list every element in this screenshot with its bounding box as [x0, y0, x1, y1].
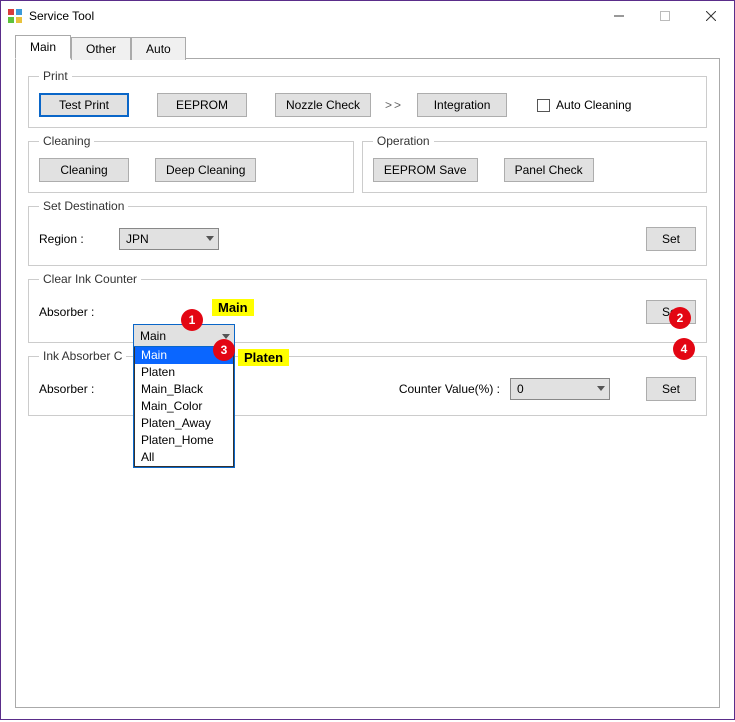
- region-value: JPN: [126, 232, 149, 246]
- group-set-destination: Set Destination Region : JPN Set: [28, 199, 707, 266]
- group-cleaning-legend: Cleaning: [39, 134, 94, 148]
- integration-button[interactable]: Integration: [417, 93, 507, 117]
- title-bar: Service Tool: [1, 1, 734, 31]
- ink-absorber-label: Absorber :: [39, 382, 109, 396]
- checkbox-box: [537, 99, 550, 112]
- absorber-option-list: MainPlatenMain_BlackMain_ColorPlaten_Awa…: [134, 347, 234, 467]
- auto-cleaning-label: Auto Cleaning: [556, 98, 631, 112]
- destination-set-button[interactable]: Set: [646, 227, 696, 251]
- tab-strip: Main Other Auto: [15, 35, 720, 59]
- cleaning-button[interactable]: Cleaning: [39, 158, 129, 182]
- window-title: Service Tool: [29, 9, 94, 23]
- annotation-dot-1: 1: [181, 309, 203, 331]
- group-print: Print Test Print EEPROM Nozzle Check >> …: [28, 69, 707, 128]
- nozzle-check-button[interactable]: Nozzle Check: [275, 93, 371, 117]
- panel-check-button[interactable]: Panel Check: [504, 158, 594, 182]
- region-label: Region :: [39, 232, 109, 246]
- region-combo[interactable]: JPN: [119, 228, 219, 250]
- group-operation-legend: Operation: [373, 134, 434, 148]
- annotation-highlight-main: Main: [212, 299, 254, 316]
- counter-value-combo[interactable]: 0: [510, 378, 610, 400]
- minimize-button[interactable]: [596, 1, 642, 31]
- group-ink-absorber-counter: Ink Absorber C Absorber : Counter Value(…: [28, 349, 707, 416]
- app-icon: [7, 8, 23, 24]
- deep-cleaning-button[interactable]: Deep Cleaning: [155, 158, 256, 182]
- close-button[interactable]: [688, 1, 734, 31]
- counter-value-label: Counter Value(%) :: [399, 382, 500, 396]
- absorber-option[interactable]: All: [135, 449, 233, 466]
- tab-main[interactable]: Main: [15, 35, 71, 59]
- eeprom-save-button[interactable]: EEPROM Save: [373, 158, 478, 182]
- group-clear-ink-legend: Clear Ink Counter: [39, 272, 141, 286]
- annotation-dot-2: 2: [669, 307, 691, 329]
- tab-auto[interactable]: Auto: [131, 37, 186, 60]
- annotation-highlight-platen: Platen: [238, 349, 289, 366]
- absorber-option[interactable]: Platen_Home: [135, 432, 233, 449]
- counter-value: 0: [517, 382, 524, 396]
- chevron-down-icon: [597, 386, 605, 392]
- group-destination-legend: Set Destination: [39, 199, 128, 213]
- group-clear-ink-counter: Clear Ink Counter Absorber : Set: [28, 272, 707, 343]
- absorber-option[interactable]: Main_Color: [135, 398, 233, 415]
- annotation-dot-4: 4: [673, 338, 695, 360]
- group-print-legend: Print: [39, 69, 72, 83]
- test-print-button[interactable]: Test Print: [39, 93, 129, 117]
- absorber-option[interactable]: Main_Black: [135, 381, 233, 398]
- group-ink-absorber-legend: Ink Absorber C: [39, 349, 126, 363]
- tab-other[interactable]: Other: [71, 37, 131, 60]
- group-cleaning: Cleaning Cleaning Deep Cleaning: [28, 134, 354, 193]
- tab-panel-main: Print Test Print EEPROM Nozzle Check >> …: [15, 58, 720, 708]
- absorber-option[interactable]: Platen_Away: [135, 415, 233, 432]
- auto-cleaning-checkbox[interactable]: Auto Cleaning: [537, 98, 631, 112]
- ink-absorber-set-button[interactable]: Set: [646, 377, 696, 401]
- eeprom-button[interactable]: EEPROM: [157, 93, 247, 117]
- clear-ink-absorber-label: Absorber :: [39, 305, 109, 319]
- absorber-option[interactable]: Platen: [135, 364, 233, 381]
- more-arrows: >>: [377, 98, 411, 112]
- group-operation: Operation EEPROM Save Panel Check: [362, 134, 707, 193]
- maximize-button: [642, 1, 688, 31]
- chevron-down-icon: [206, 236, 214, 242]
- absorber-value: Main: [140, 329, 166, 343]
- annotation-dot-3: 3: [213, 339, 235, 361]
